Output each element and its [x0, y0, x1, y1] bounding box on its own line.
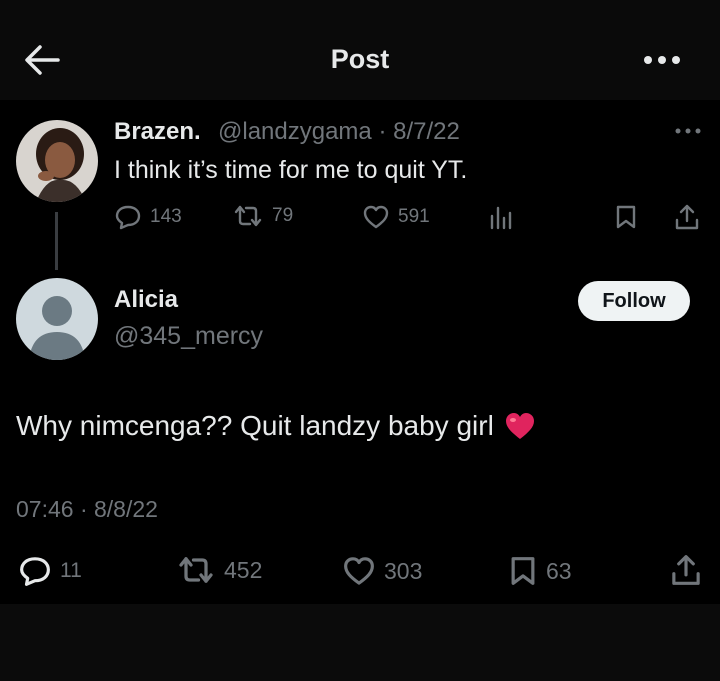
follow-button[interactable]: Follow — [578, 281, 690, 321]
red-heart-emoji-icon — [504, 411, 536, 441]
share-icon — [675, 204, 699, 230]
more-horizontal-icon — [675, 128, 701, 134]
heart-icon — [344, 557, 374, 585]
bookmark-button[interactable]: 63 — [508, 555, 572, 587]
more-options-button[interactable] — [640, 48, 686, 72]
reply-count: 143 — [150, 206, 182, 227]
page-title: Post — [330, 44, 390, 74]
repost-icon — [234, 205, 262, 227]
top-bar: Post — [0, 0, 720, 100]
author-name[interactable]: Brazen. — [114, 118, 201, 146]
bookmark-icon — [511, 557, 535, 585]
reply-count: 11 — [60, 559, 82, 582]
back-button[interactable] — [22, 42, 62, 78]
reply-button[interactable]: 11 — [18, 555, 82, 587]
reply-text-row: Why nimcenga?? Quit landzy baby girl — [16, 410, 536, 442]
repost-icon — [179, 557, 213, 583]
post-more-button[interactable] — [672, 124, 704, 138]
post-text: I think it’s time for me to quit YT. — [114, 156, 468, 184]
heart-icon — [363, 205, 389, 229]
like-count: 591 — [398, 206, 430, 227]
arrow-left-icon — [25, 45, 60, 75]
repost-button[interactable]: 452 — [176, 555, 262, 585]
repost-button[interactable]: 79 — [232, 204, 293, 228]
share-button[interactable] — [670, 553, 702, 587]
bottom-area — [0, 604, 720, 681]
post-timestamp[interactable]: 07:46 · 8/8/22 — [16, 496, 158, 523]
repost-count: 79 — [272, 205, 294, 226]
share-icon — [672, 555, 700, 585]
share-button[interactable] — [674, 203, 700, 231]
reply-icon — [115, 205, 141, 230]
like-button[interactable]: 591 — [362, 204, 430, 230]
views-button[interactable] — [488, 204, 514, 230]
reply-button[interactable]: 143 — [114, 204, 182, 230]
reply-text: Why nimcenga?? Quit landzy baby girl — [16, 410, 494, 441]
author-handle[interactable]: @345_mercy — [114, 322, 263, 351]
author-handle-date[interactable]: @landzygama · 8/7/22 — [218, 118, 460, 146]
like-button[interactable]: 303 — [342, 555, 422, 587]
more-horizontal-icon — [644, 56, 680, 64]
like-count: 303 — [384, 557, 423, 584]
thread-connector — [55, 212, 58, 270]
bookmark-icon — [616, 205, 636, 229]
bookmark-button[interactable] — [614, 204, 638, 230]
avatar-alicia[interactable] — [16, 278, 98, 360]
repost-count: 452 — [224, 556, 263, 583]
reply-icon — [20, 557, 50, 586]
avatar-brazen[interactable] — [16, 120, 98, 202]
bookmark-count: 63 — [546, 557, 572, 584]
analytics-icon — [490, 206, 512, 230]
author-name[interactable]: Alicia — [114, 286, 178, 314]
